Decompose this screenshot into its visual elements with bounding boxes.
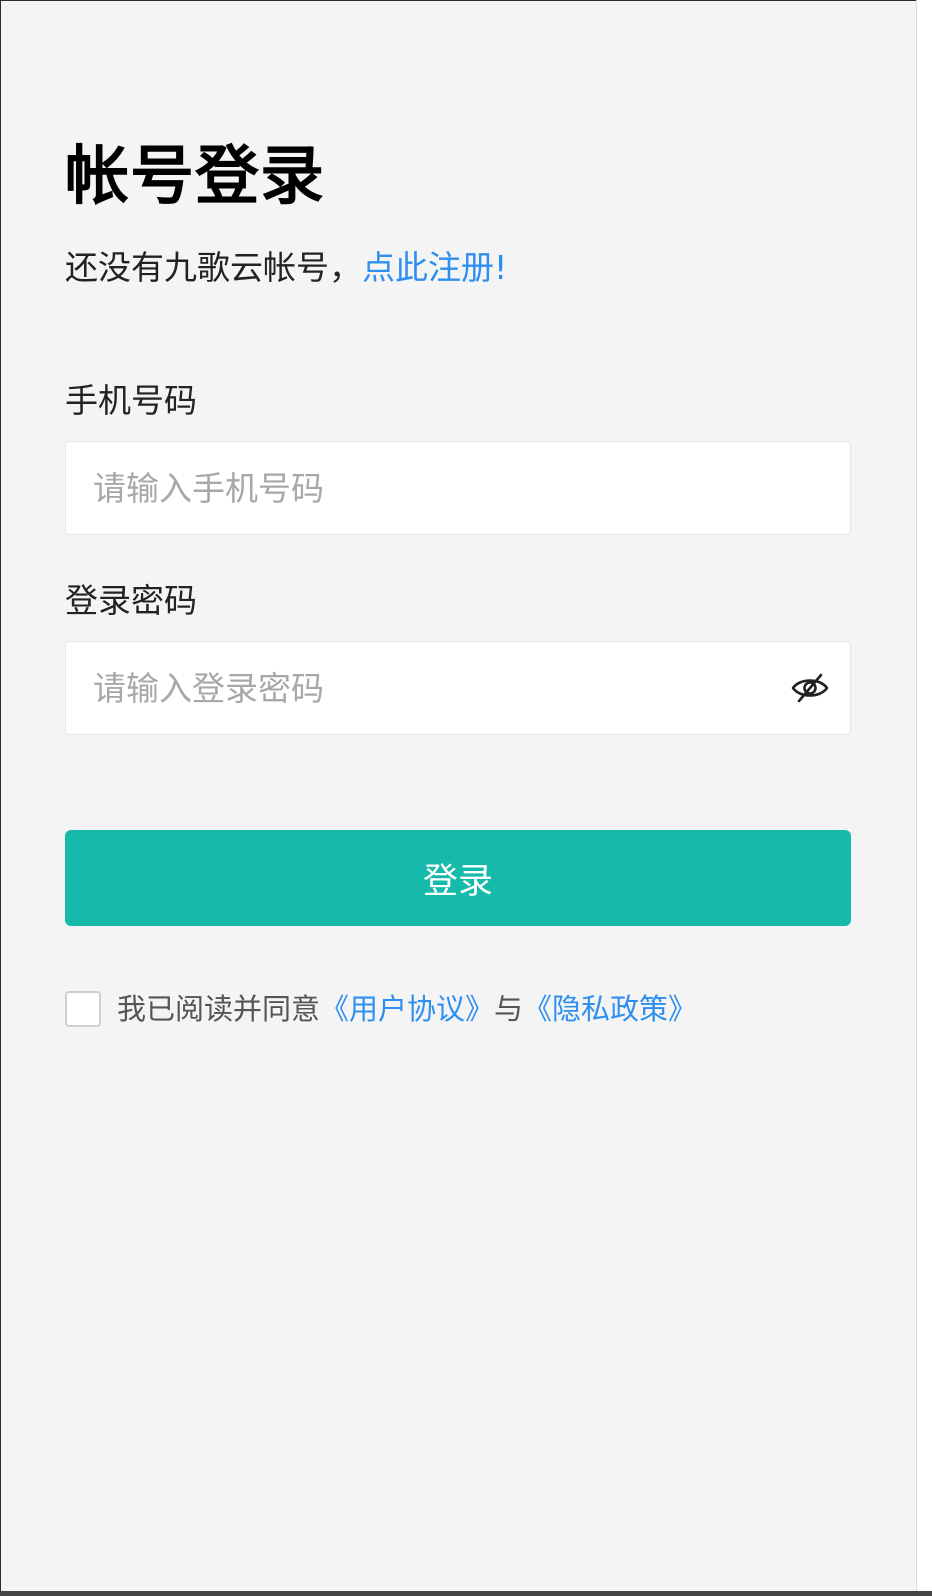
password-input[interactable] — [93, 642, 783, 734]
password-input-box[interactable] — [65, 641, 851, 735]
phone-input[interactable] — [93, 442, 783, 534]
agreement-text: 我已阅读并同意《用户协议》与《隐私政策》 — [117, 987, 697, 1031]
register-link[interactable]: 点此注册! — [362, 248, 507, 287]
password-label: 登录密码 — [65, 581, 197, 620]
register-prompt-text: 还没有九歌云帐号， — [65, 248, 362, 287]
eye-slash-icon[interactable] — [790, 670, 830, 706]
login-screen: 帐号登录 还没有九歌云帐号，点此注册! 手机号码 登录密码 登录 我已阅读并同意… — [0, 0, 916, 1591]
agreement-connector: 与 — [494, 992, 524, 1026]
page-title: 帐号登录 — [65, 140, 325, 214]
register-prompt: 还没有九歌云帐号，点此注册! — [65, 245, 507, 291]
phone-input-box[interactable] — [65, 441, 851, 535]
phone-label: 手机号码 — [65, 381, 197, 420]
user-agreement-link[interactable]: 《用户协议》 — [320, 992, 494, 1026]
window-bottom-edge — [0, 1591, 932, 1596]
agreement-prefix: 我已阅读并同意 — [117, 992, 321, 1026]
login-button[interactable]: 登录 — [65, 830, 851, 926]
agreement-checkbox[interactable] — [65, 991, 101, 1027]
scrollbar-track[interactable] — [916, 0, 932, 1591]
privacy-policy-link[interactable]: 《隐私政策》 — [523, 992, 697, 1026]
